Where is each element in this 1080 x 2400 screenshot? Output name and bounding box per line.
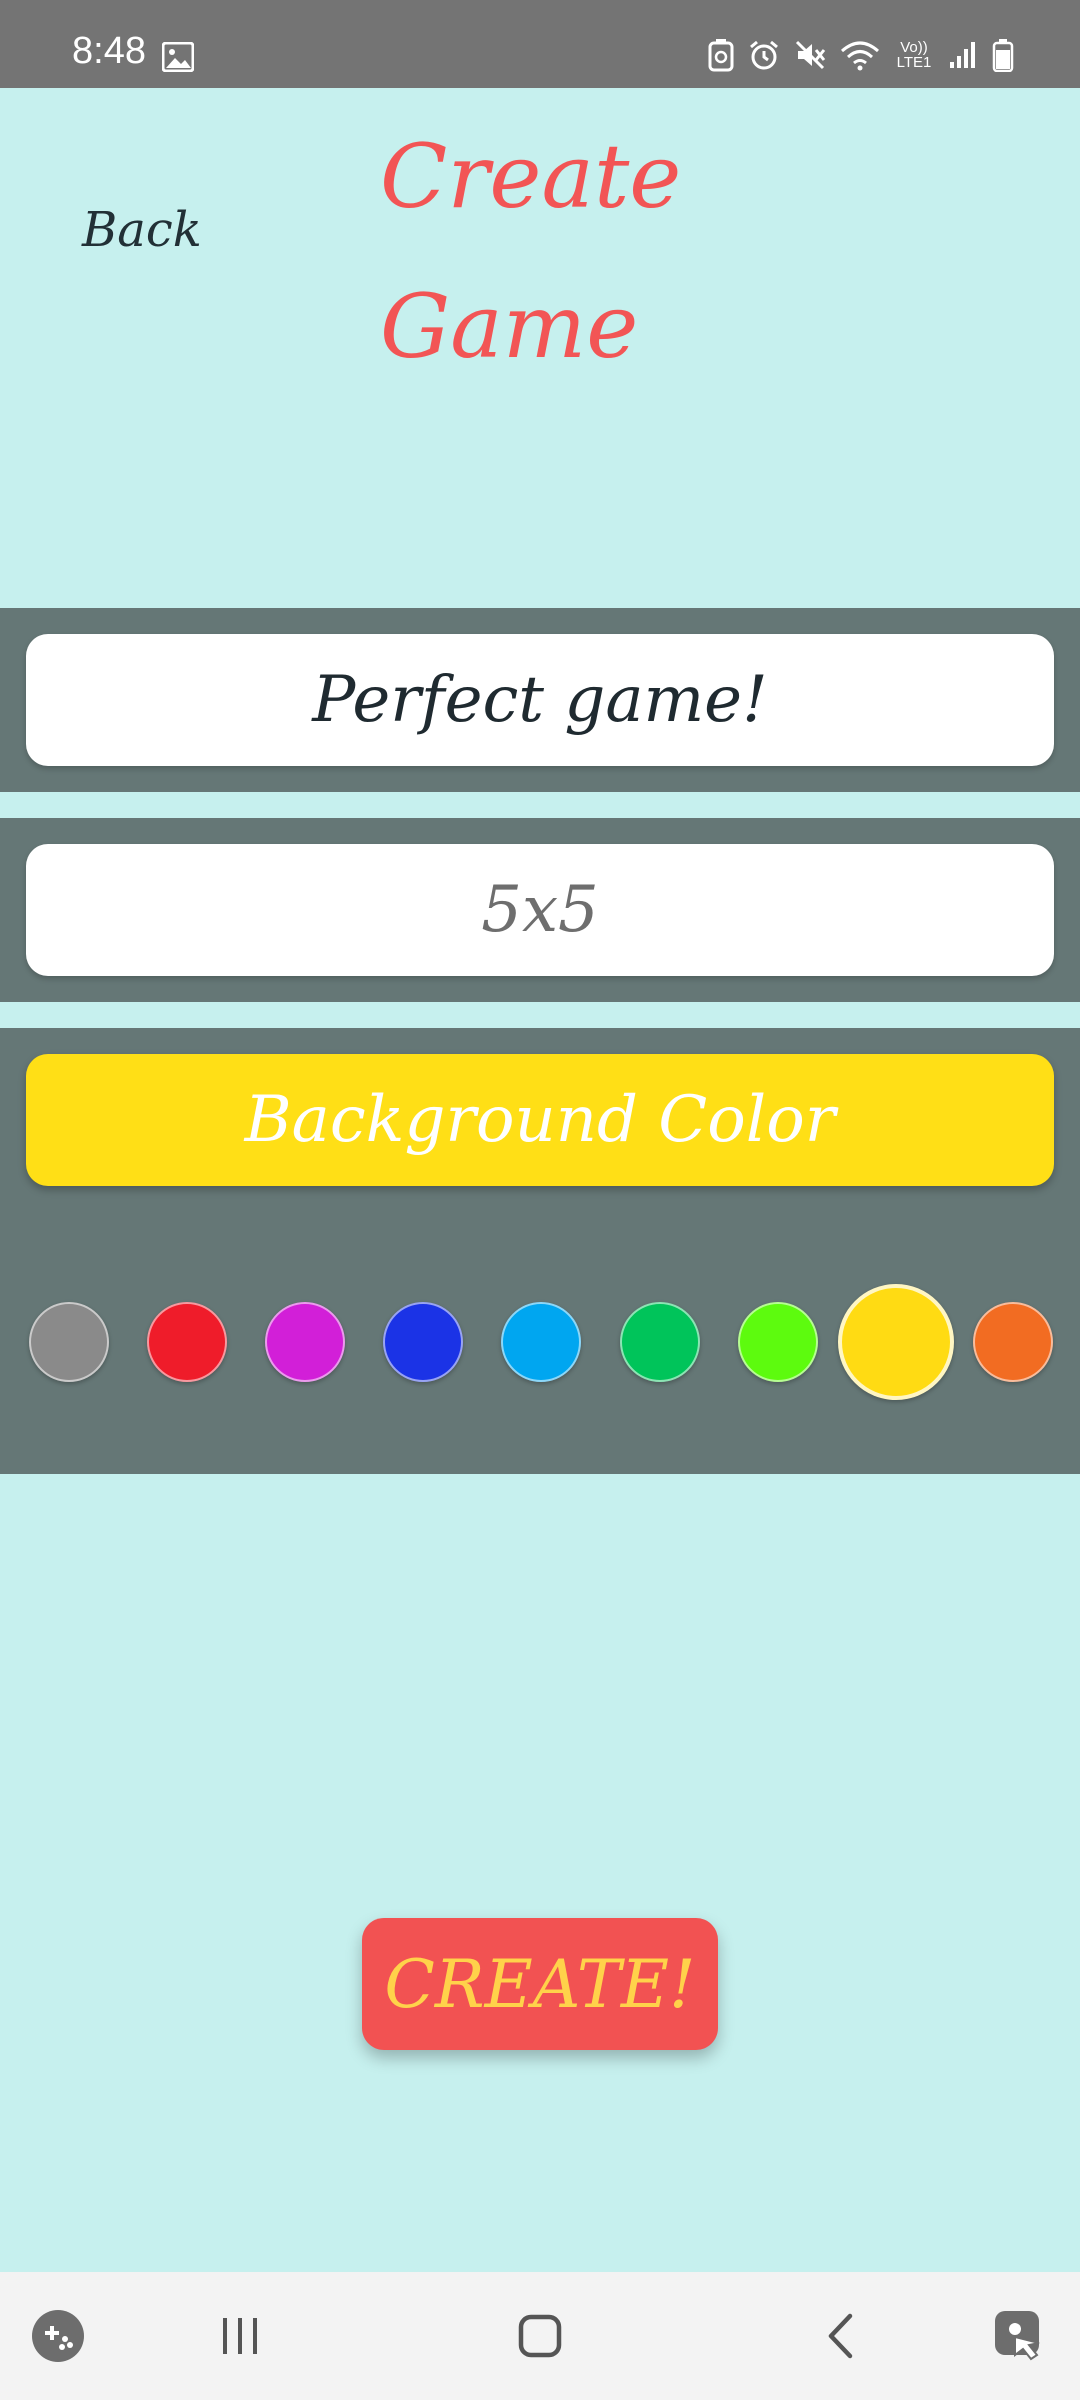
- back-button[interactable]: Back: [82, 202, 202, 258]
- color-swatch-orange[interactable]: [973, 1302, 1053, 1382]
- game-launcher-icon[interactable]: [26, 2272, 90, 2400]
- color-swatch-lime[interactable]: [738, 1302, 818, 1382]
- recents-icon[interactable]: [200, 2272, 280, 2400]
- color-swatch-blue[interactable]: [383, 1302, 463, 1382]
- home-icon[interactable]: [500, 2272, 580, 2400]
- status-icons: Vo)) LTE1: [708, 38, 1014, 72]
- assistant-icon[interactable]: [988, 2272, 1052, 2400]
- navigation-bar: [0, 2272, 1080, 2400]
- mute-icon: [794, 39, 826, 71]
- alarm-icon: [748, 39, 780, 71]
- page-title: Create Game: [380, 102, 720, 402]
- color-swatch-magenta[interactable]: [265, 1302, 345, 1382]
- status-time: 8:48: [72, 30, 146, 72]
- color-swatch-sky-blue[interactable]: [501, 1302, 581, 1382]
- page-title-line2: Game: [380, 275, 639, 378]
- background-color-button[interactable]: Background Color: [26, 1054, 1054, 1186]
- create-button[interactable]: CREATE!: [362, 1918, 718, 2050]
- board-size-input[interactable]: 5x5: [26, 844, 1054, 976]
- battery-saver-icon: [708, 38, 734, 72]
- color-swatch-yellow[interactable]: [838, 1284, 954, 1400]
- background-color-panel: Background Color: [0, 1028, 1080, 1474]
- volte-icon: Vo)) LTE1: [896, 39, 932, 71]
- status-bar: 8:48 Vo)) LTE1: [0, 0, 1080, 88]
- game-name-input[interactable]: Perfect game!: [26, 634, 1054, 766]
- battery-icon: [992, 38, 1014, 72]
- color-swatch-gray[interactable]: [29, 1302, 109, 1382]
- color-swatch-red[interactable]: [147, 1302, 227, 1382]
- signal-icon: [948, 40, 978, 70]
- image-icon: [161, 41, 195, 76]
- page-title-line1: Create: [380, 125, 682, 228]
- back-icon[interactable]: [800, 2272, 880, 2400]
- wifi-icon: [840, 39, 880, 71]
- color-swatch-green[interactable]: [620, 1302, 700, 1382]
- game-name-panel: Perfect game!: [0, 608, 1080, 792]
- board-size-panel: 5x5: [0, 818, 1080, 1002]
